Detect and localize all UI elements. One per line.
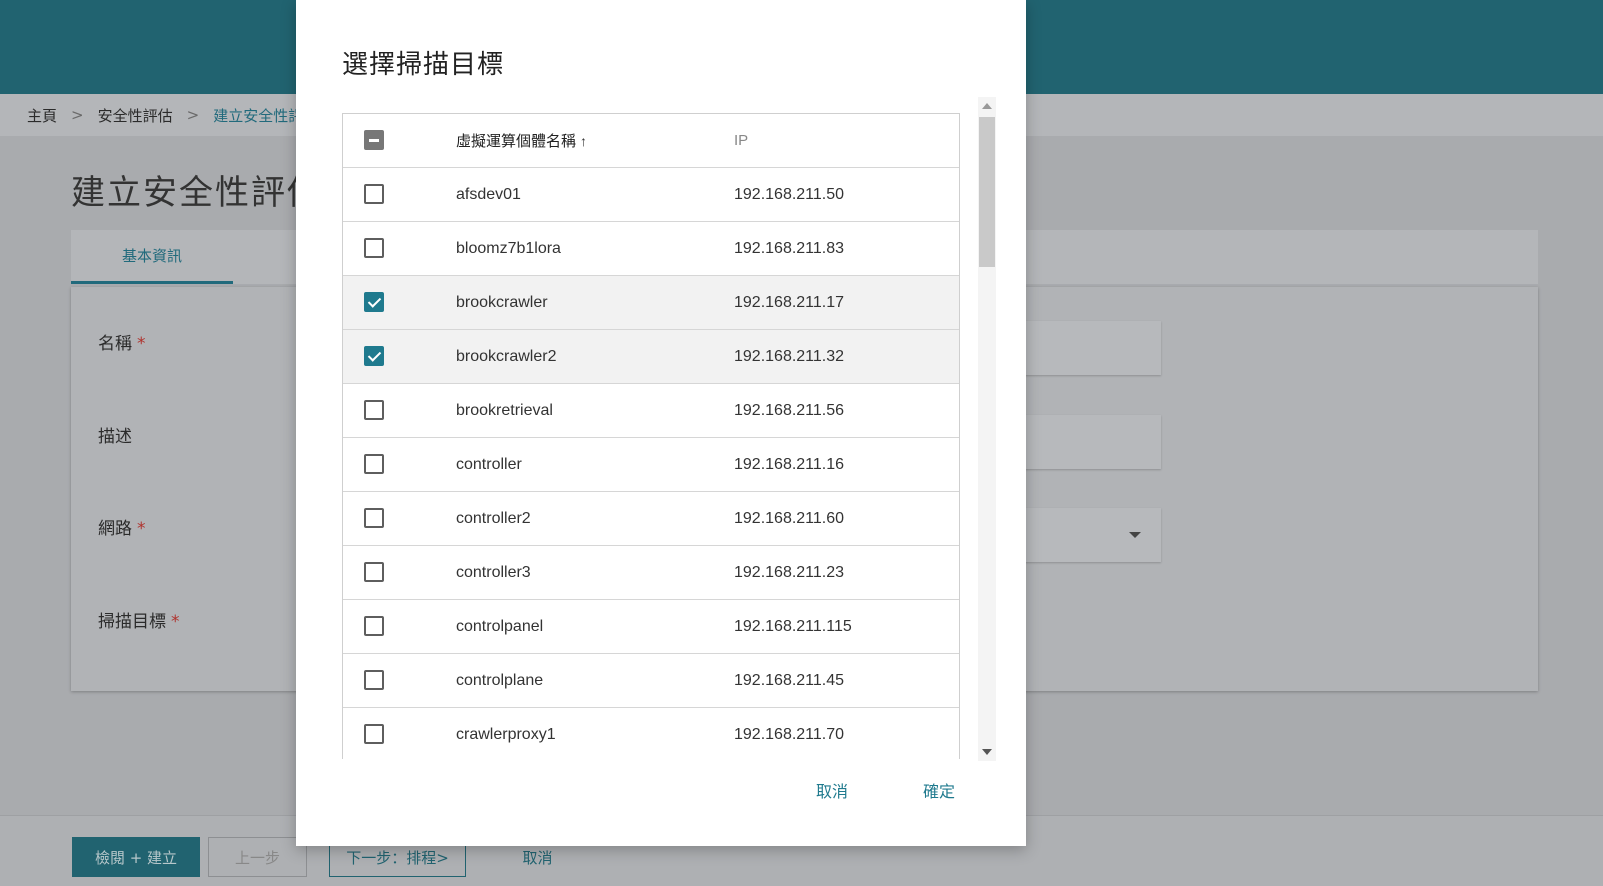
ip-cell: 192.168.211.115 bbox=[734, 617, 852, 635]
page-title: 建立安全性評估 bbox=[71, 173, 323, 213]
required-mark: * bbox=[171, 612, 180, 632]
table-row[interactable]: brookcrawler2 192.168.211.32 bbox=[343, 330, 959, 384]
column-header-ip[interactable]: IP bbox=[734, 132, 748, 149]
review-create-button[interactable]: 檢閱 + 建立 bbox=[72, 837, 200, 877]
row-checkbox[interactable] bbox=[364, 238, 384, 258]
dialog-title: 選擇掃描目標 bbox=[342, 50, 505, 80]
ip-cell: 192.168.211.17 bbox=[734, 293, 845, 311]
tab-basic-info[interactable]: 基本資訊 bbox=[71, 230, 233, 284]
description-label: 描述 bbox=[98, 427, 132, 447]
table-row[interactable]: crawlerproxy1 192.168.211.70 bbox=[343, 708, 959, 759]
ip-cell: 192.168.211.50 bbox=[734, 185, 845, 203]
row-checkbox[interactable] bbox=[364, 616, 384, 636]
ip-cell: 192.168.211.16 bbox=[734, 455, 845, 473]
table-scrollbar[interactable] bbox=[978, 97, 996, 761]
instance-name-cell: controlpanel bbox=[456, 617, 544, 635]
required-mark: * bbox=[137, 519, 146, 539]
breadcrumb-home[interactable]: 主頁 bbox=[27, 105, 57, 126]
table-row[interactable]: afsdev01 192.168.211.50 bbox=[343, 168, 959, 222]
instance-name-cell: controller2 bbox=[456, 509, 531, 527]
select-all-checkbox[interactable] bbox=[364, 130, 384, 150]
row-checkbox[interactable] bbox=[364, 346, 384, 366]
instance-name-cell: brookcrawler2 bbox=[456, 347, 557, 365]
instance-name-cell: brookretrieval bbox=[456, 401, 553, 419]
table-row[interactable]: controller 192.168.211.16 bbox=[343, 438, 959, 492]
table-row[interactable]: controlpanel 192.168.211.115 bbox=[343, 600, 959, 654]
breadcrumb-separator: > bbox=[71, 106, 84, 124]
table-header-row: 虛擬運算個體名稱 ↑ IP bbox=[343, 114, 959, 168]
dialog-cancel-button[interactable]: 取消 bbox=[816, 778, 848, 802]
breadcrumb-section[interactable]: 安全性評估 bbox=[98, 105, 173, 126]
ip-cell: 192.168.211.60 bbox=[734, 509, 845, 527]
select-scan-targets-dialog: 選擇掃描目標 虛擬運算個體名稱 ↑ IP afsdev01 192.168.211.… bbox=[296, 0, 1026, 846]
targets-table: 虛擬運算個體名稱 ↑ IP afsdev01 192.168.211.50 bloom… bbox=[342, 113, 960, 759]
ip-cell: 192.168.211.70 bbox=[734, 725, 845, 743]
ip-cell: 192.168.211.83 bbox=[734, 239, 845, 257]
row-checkbox[interactable] bbox=[364, 454, 384, 474]
ip-cell: 192.168.211.23 bbox=[734, 563, 845, 581]
breadcrumb-current: 建立安全性評 bbox=[213, 106, 304, 125]
instance-name-cell: crawlerproxy1 bbox=[456, 725, 556, 743]
column-header-name[interactable]: 虛擬運算個體名稱 ↑ bbox=[456, 130, 587, 151]
instance-name-cell: controller3 bbox=[456, 563, 531, 581]
table-row[interactable]: controller3 192.168.211.23 bbox=[343, 546, 959, 600]
table-row[interactable]: brookretrieval 192.168.211.56 bbox=[343, 384, 959, 438]
instance-name-cell: brookcrawler bbox=[456, 293, 548, 311]
scroll-up-arrow-icon[interactable] bbox=[982, 103, 992, 109]
ip-cell: 192.168.211.45 bbox=[734, 671, 845, 689]
table-row[interactable]: controlplane 192.168.211.45 bbox=[343, 654, 959, 708]
network-select[interactable] bbox=[1021, 508, 1161, 562]
instance-name-cell: afsdev01 bbox=[456, 185, 521, 203]
row-checkbox[interactable] bbox=[364, 400, 384, 420]
description-field[interactable] bbox=[1021, 415, 1161, 469]
instance-name-cell: bloomz7b1lora bbox=[456, 239, 561, 257]
name-label: 名稱 * bbox=[98, 334, 146, 354]
previous-button[interactable]: 上一步 bbox=[208, 837, 307, 877]
scroll-down-arrow-icon[interactable] bbox=[982, 749, 992, 755]
name-field[interactable] bbox=[1021, 321, 1161, 375]
sort-ascending-icon[interactable]: ↑ bbox=[580, 133, 587, 149]
table-row[interactable]: bloomz7b1lora 192.168.211.83 bbox=[343, 222, 959, 276]
ip-cell: 192.168.211.32 bbox=[734, 347, 845, 365]
scan-targets-label: 掃描目標 * bbox=[98, 612, 180, 632]
instance-name-cell: controlplane bbox=[456, 671, 544, 689]
row-checkbox[interactable] bbox=[364, 184, 384, 204]
row-checkbox[interactable] bbox=[364, 670, 384, 690]
network-label: 網路 * bbox=[98, 519, 146, 539]
dialog-confirm-button[interactable]: 確定 bbox=[923, 778, 955, 802]
ip-cell: 192.168.211.56 bbox=[734, 401, 845, 419]
row-checkbox[interactable] bbox=[364, 724, 384, 744]
row-checkbox[interactable] bbox=[364, 292, 384, 312]
scrollbar-thumb[interactable] bbox=[979, 117, 995, 267]
required-mark: * bbox=[137, 334, 146, 354]
row-checkbox[interactable] bbox=[364, 508, 384, 528]
table-row[interactable]: brookcrawler 192.168.211.17 bbox=[343, 276, 959, 330]
row-checkbox[interactable] bbox=[364, 562, 384, 582]
chevron-down-icon bbox=[1129, 532, 1141, 538]
instance-name-cell: controller bbox=[456, 455, 522, 473]
breadcrumb-separator: > bbox=[186, 106, 200, 124]
table-row[interactable]: controller2 192.168.211.60 bbox=[343, 492, 959, 546]
